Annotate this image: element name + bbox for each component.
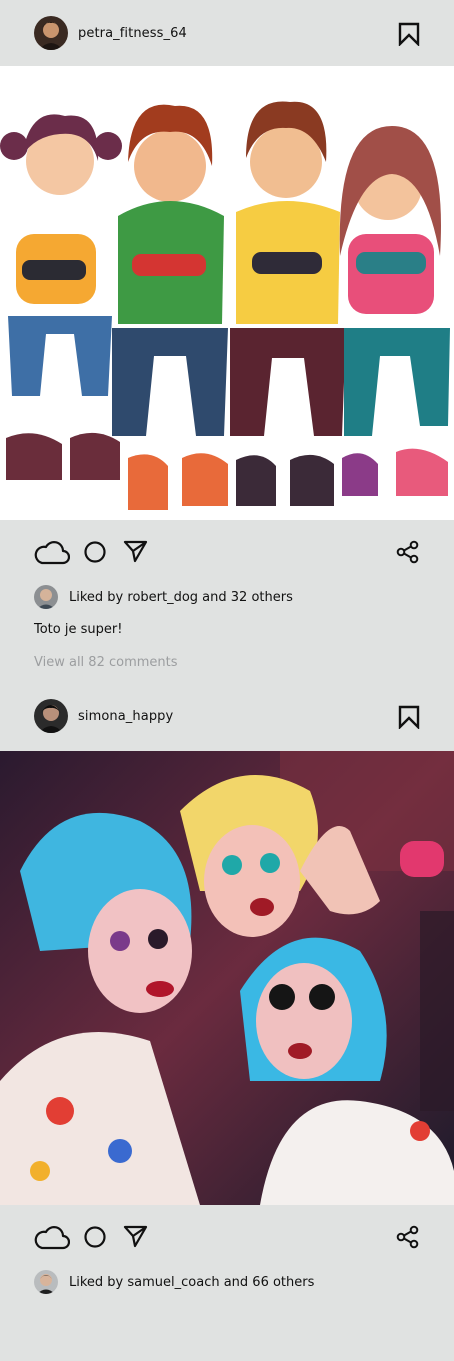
post-header: simona_happy — [0, 681, 454, 751]
share-icon[interactable] — [396, 1225, 420, 1253]
post-image[interactable] — [0, 751, 454, 1205]
view-comments-link[interactable]: View all 82 comments — [0, 653, 454, 673]
bookmark-icon[interactable] — [398, 22, 420, 47]
post-header: petra_fitness_64 — [0, 0, 454, 66]
liker-avatar[interactable] — [34, 1270, 58, 1294]
paper-plane-icon[interactable] — [123, 1225, 149, 1253]
username[interactable]: simona_happy — [78, 709, 173, 724]
bookmark-icon[interactable] — [398, 705, 420, 730]
likes-row: Liked by samuel_coach and 66 others — [0, 1269, 454, 1295]
paper-plane-icon[interactable] — [123, 540, 149, 568]
user-avatar[interactable] — [34, 699, 68, 733]
likes-text[interactable]: Liked by robert_dog and 32 others — [69, 590, 293, 605]
likes-row: Liked by robert_dog and 32 others — [0, 584, 454, 610]
post-2: simona_happy Liked by samuel_coach and 6… — [0, 681, 454, 1295]
post-image[interactable] — [0, 66, 454, 520]
post-1: petra_fitness_64 Liked by robert_dog and… — [0, 0, 454, 673]
cloud-icon[interactable] — [34, 1223, 71, 1255]
share-icon[interactable] — [396, 540, 420, 568]
cloud-icon[interactable] — [34, 538, 71, 570]
user-avatar[interactable] — [34, 16, 68, 50]
liker-avatar[interactable] — [34, 585, 58, 609]
caption: Toto je super! — [34, 622, 123, 637]
username[interactable]: petra_fitness_64 — [78, 26, 187, 41]
likes-text[interactable]: Liked by samuel_coach and 66 others — [69, 1275, 314, 1290]
circle-icon[interactable] — [84, 541, 106, 567]
post-actions — [0, 520, 454, 584]
post-actions — [0, 1205, 454, 1269]
circle-icon[interactable] — [84, 1226, 106, 1252]
